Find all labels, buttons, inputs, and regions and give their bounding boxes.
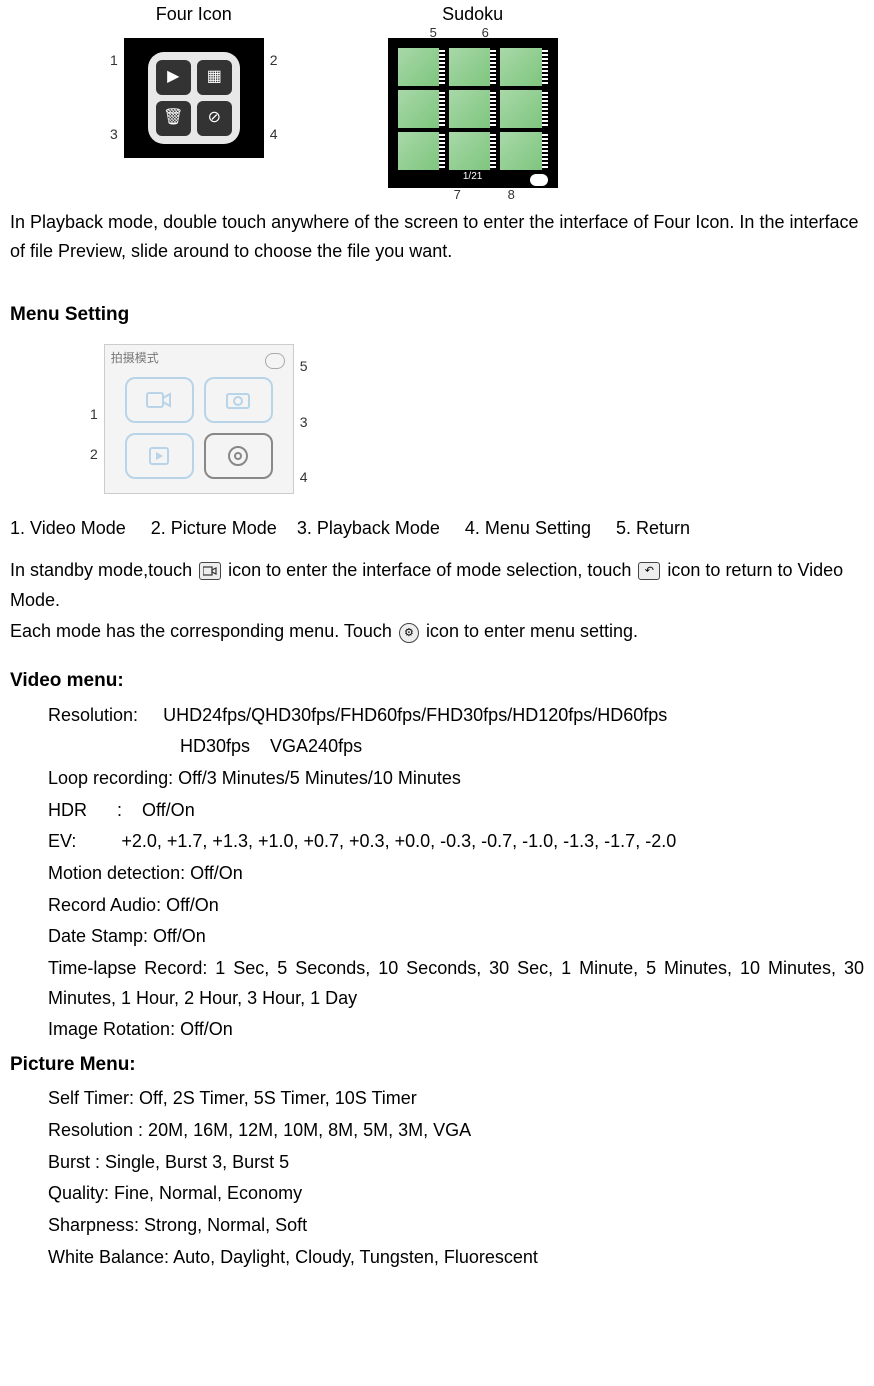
marker-3: 3 xyxy=(110,123,118,146)
picture-menu-heading: Picture Menu: xyxy=(10,1049,864,1080)
resolution-line1: UHD24fps/QHD30fps/FHD60fps/FHD30fps/HD12… xyxy=(163,705,667,725)
video-timelapse: Time-lapse Record: 1 Sec, 5 Seconds, 10 … xyxy=(10,954,864,1013)
sudoku-label: Sudoku xyxy=(442,0,503,30)
thumbnail xyxy=(449,48,496,86)
menu-setting-box: 拍摄模式 xyxy=(104,344,294,494)
trash-icon: 🗑 xyxy=(156,101,191,136)
ms-marker-4: 4 xyxy=(300,466,308,489)
four-icon-figure: Four Icon 1 3 ▶ ▦ 🗑 ⊘ 2 4 xyxy=(110,0,278,188)
thumbnail xyxy=(449,132,496,170)
return-icon: ↶ xyxy=(638,562,660,580)
marker-4: 4 xyxy=(270,123,278,146)
thumbnail xyxy=(398,48,445,86)
each-mode-part2: icon to enter menu setting. xyxy=(426,621,638,641)
mode-select-icon xyxy=(199,562,221,580)
video-resolution: Resolution: UHD24fps/QHD30fps/FHD60fps/F… xyxy=(48,701,864,731)
menu-setting-illustration: 1 2 拍摄模式 5 3 4 xyxy=(90,344,864,494)
sudoku-illustration: 5 6 1/21 7 8 xyxy=(378,38,568,188)
ms-marker-2: 2 xyxy=(90,443,98,466)
marker-col-right: 2 4 xyxy=(270,38,278,158)
playback-mode-icon xyxy=(125,433,194,479)
gear-icon: ⚙ xyxy=(399,623,419,643)
return-icon xyxy=(530,174,548,186)
thumbnail xyxy=(500,132,547,170)
picture-burst: Burst : Single, Burst 3, Burst 5 xyxy=(48,1148,864,1178)
thumbnail xyxy=(398,132,445,170)
four-icon-illustration: 1 3 ▶ ▦ 🗑 ⊘ 2 4 xyxy=(110,38,278,158)
figure-row: Four Icon 1 3 ▶ ▦ 🗑 ⊘ 2 4 Sudoku 5 xyxy=(110,0,864,188)
four-icon-box: ▶ ▦ 🗑 ⊘ xyxy=(124,38,264,158)
picture-wb: White Balance: Auto, Daylight, Cloudy, T… xyxy=(48,1243,864,1273)
standby-part1: In standby mode,touch xyxy=(10,560,197,580)
thumbnail xyxy=(500,90,547,128)
thumbnail xyxy=(449,90,496,128)
picture-quality: Quality: Fine, Normal, Economy xyxy=(48,1179,864,1209)
sudoku-figure: Sudoku 5 6 1/21 7 8 xyxy=(378,0,568,188)
menu-setting-heading: Menu Setting xyxy=(10,299,864,330)
standby-text: In standby mode,touch icon to enter the … xyxy=(10,556,864,615)
resolution-label: Resolution: xyxy=(48,705,138,725)
video-motion: Motion detection: Off/On xyxy=(48,859,864,889)
each-mode-part1: Each mode has the corresponding menu. To… xyxy=(10,621,397,641)
return-icon xyxy=(265,353,285,369)
thumbnail xyxy=(500,48,547,86)
four-icon-label: Four Icon xyxy=(156,0,232,30)
pager-text: 1/21 xyxy=(463,169,482,186)
marker-7: 7 xyxy=(454,184,461,205)
picture-self-timer: Self Timer: Off, 2S Timer, 5S Timer, 10S… xyxy=(48,1084,864,1114)
ms-right-markers: 5 3 4 xyxy=(300,349,308,489)
standby-part2: icon to enter the interface of mode sele… xyxy=(228,560,636,580)
play-icon: ▶ xyxy=(156,60,191,95)
picture-resolution: Resolution : 20M, 16M, 12M, 10M, 8M, 5M,… xyxy=(48,1116,864,1146)
picture-mode-icon xyxy=(204,377,273,423)
grid-icon: ▦ xyxy=(197,60,232,95)
video-mode-icon xyxy=(125,377,194,423)
marker-1: 1 xyxy=(110,49,118,72)
thumbnail xyxy=(398,90,445,128)
ms-marker-5: 5 xyxy=(300,355,308,378)
playback-paragraph: In Playback mode, double touch anywhere … xyxy=(10,208,864,267)
video-rotation: Image Rotation: Off/On xyxy=(48,1015,864,1045)
marker-col-left: 1 3 xyxy=(110,38,118,158)
video-hdr: HDR : Off/On xyxy=(48,796,864,826)
resolution-line2: HD30fps VGA240fps xyxy=(180,732,864,762)
marker-8: 8 xyxy=(508,184,515,205)
video-loop: Loop recording: Off/3 Minutes/5 Minutes/… xyxy=(48,764,864,794)
sudoku-grid: 1/21 xyxy=(388,38,558,188)
marker-2: 2 xyxy=(270,49,278,72)
ms-marker-1: 1 xyxy=(90,403,98,426)
video-date: Date Stamp: Off/On xyxy=(48,922,864,952)
mode-list: 1. Video Mode 2. Picture Mode 3. Playbac… xyxy=(10,514,864,544)
menu-setting-icon xyxy=(204,433,273,479)
video-ev: EV: +2.0, +1.7, +1.3, +1.0, +0.7, +0.3, … xyxy=(48,827,864,857)
ms-left-markers: 1 2 xyxy=(90,364,98,474)
video-menu-heading: Video menu: xyxy=(10,665,864,696)
ms-head-text: 拍摄模式 xyxy=(111,349,159,369)
video-audio: Record Audio: Off/On xyxy=(48,891,864,921)
picture-sharpness: Sharpness: Strong, Normal, Soft xyxy=(48,1211,864,1241)
each-mode-text: Each mode has the corresponding menu. To… xyxy=(10,617,864,647)
ms-marker-3: 3 xyxy=(300,411,308,434)
lock-icon: ⊘ xyxy=(197,101,232,136)
